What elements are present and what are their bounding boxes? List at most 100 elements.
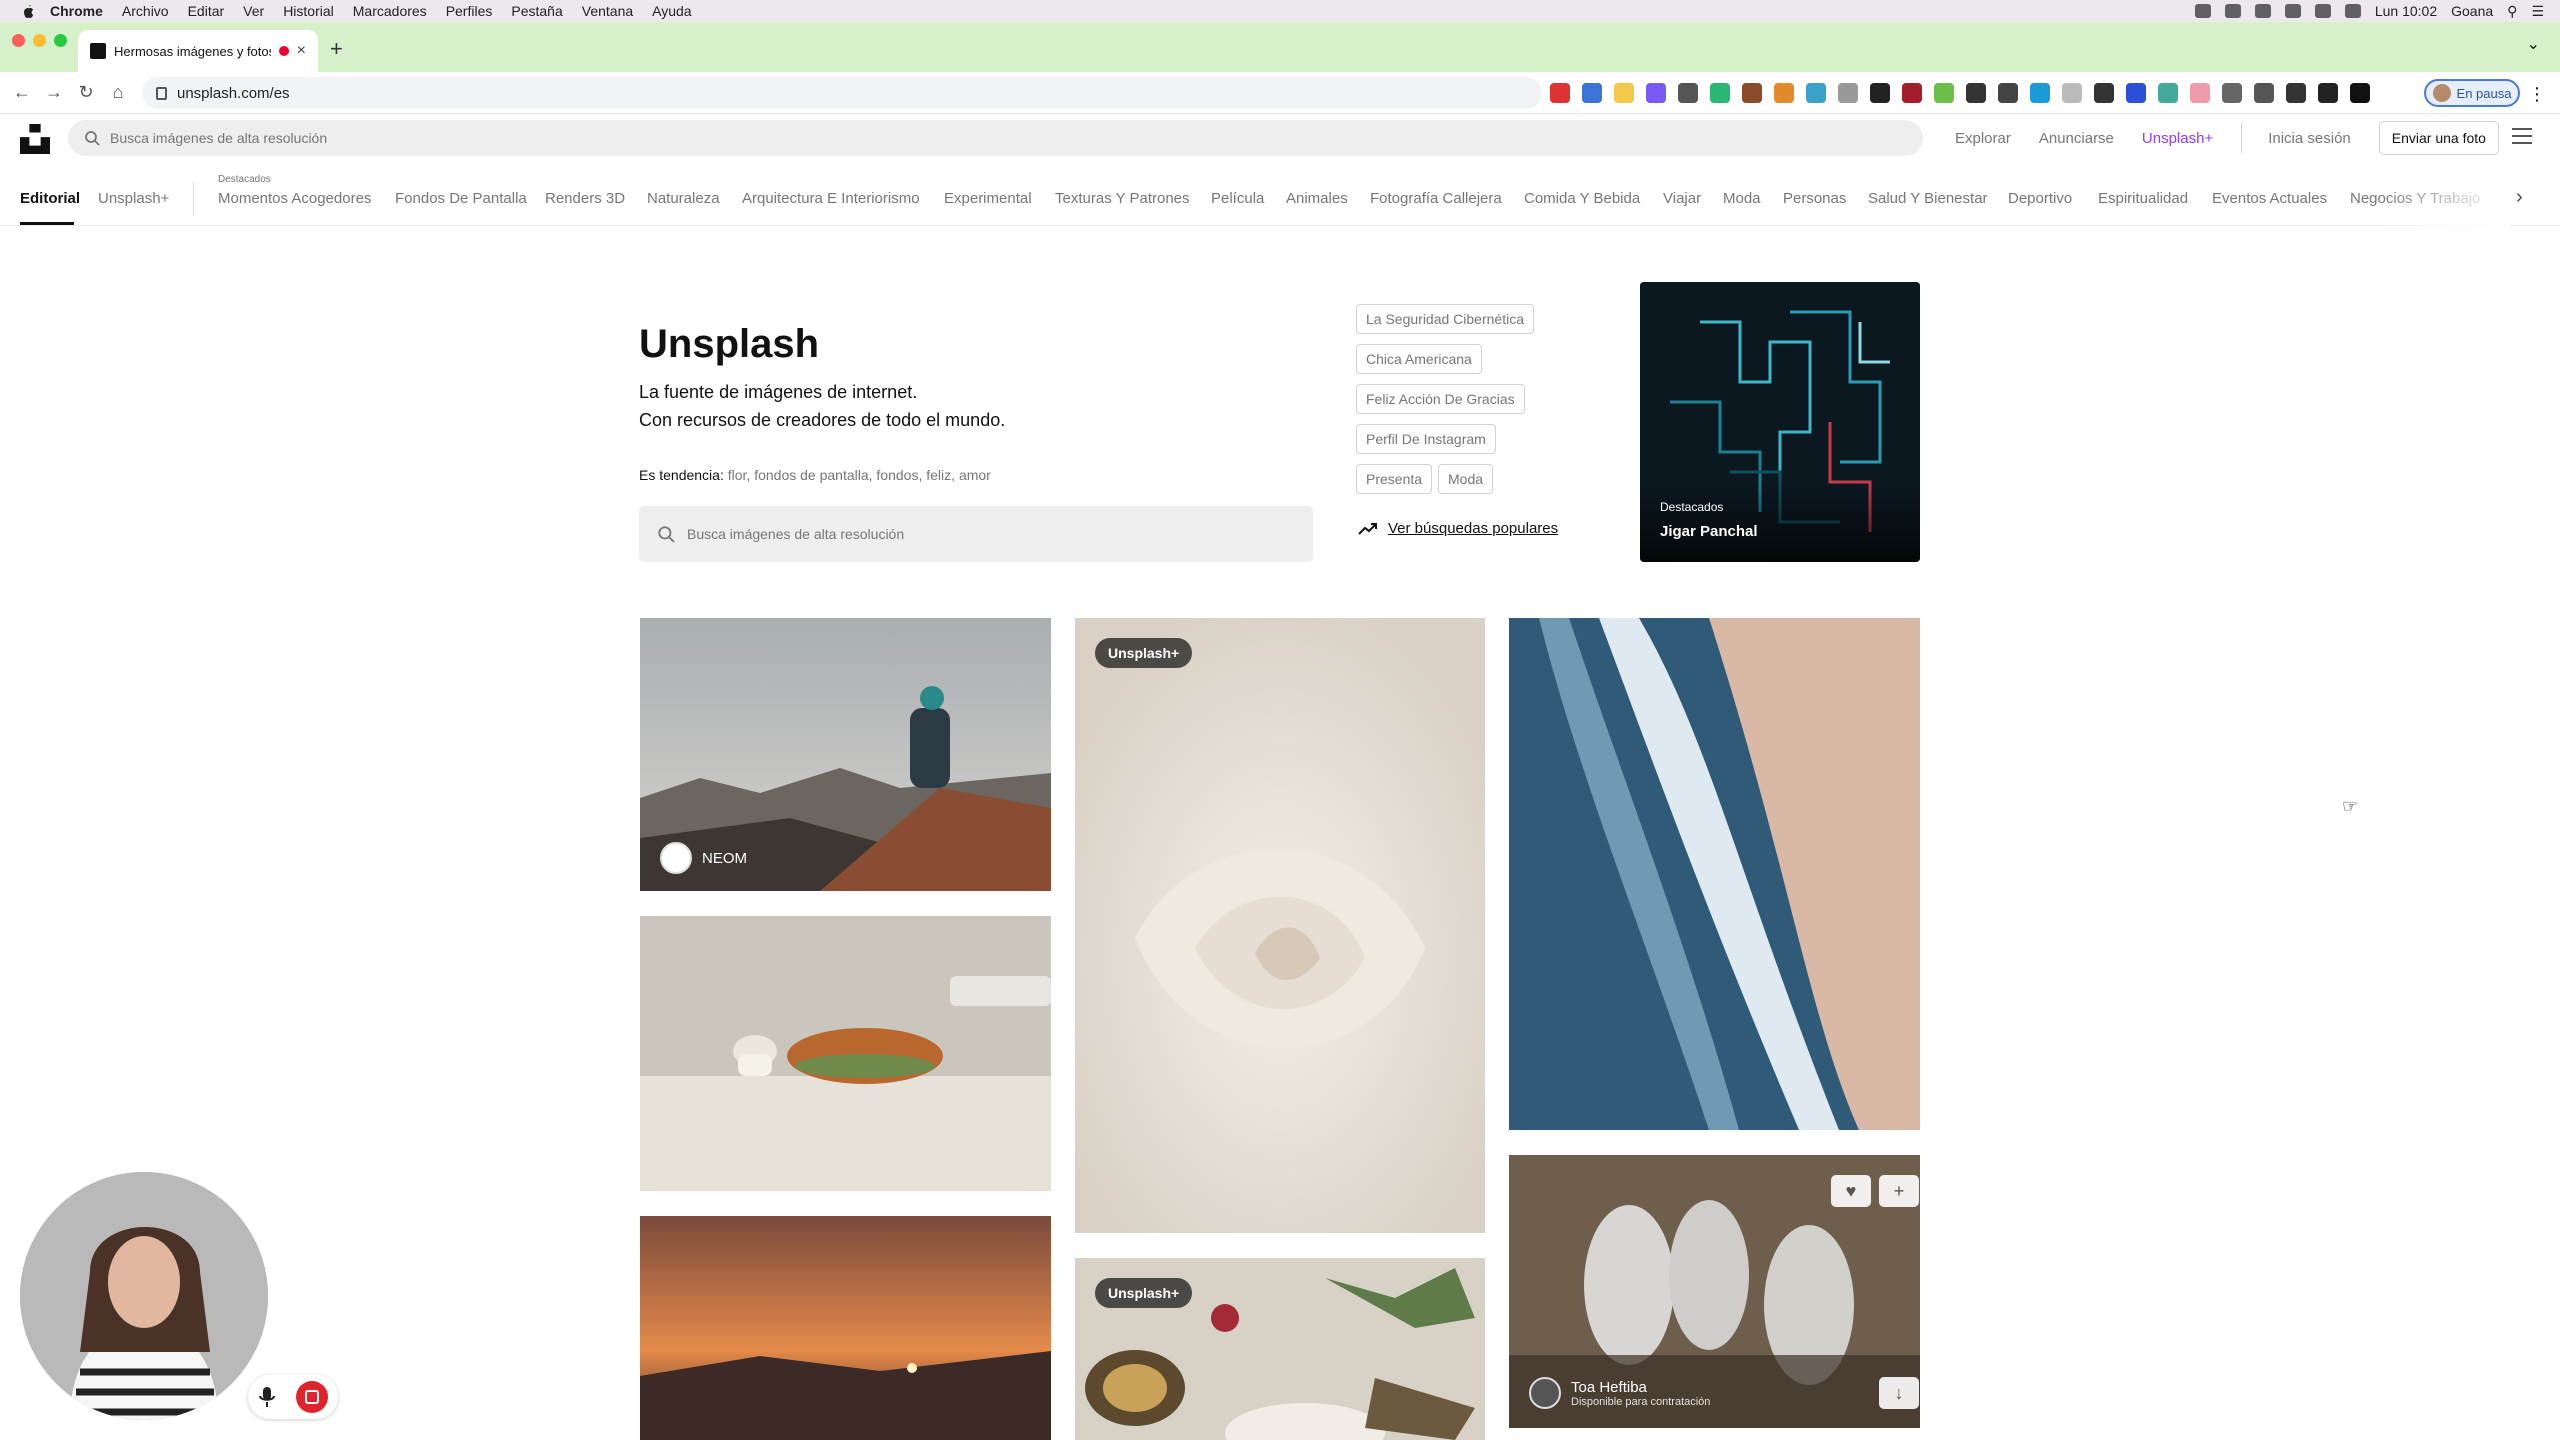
category-espiritualidad[interactable]: Espiritualidad — [2098, 190, 2188, 207]
nav-unsplash-plus[interactable]: Unsplash+ — [2142, 130, 2213, 147]
photo-author[interactable]: Toa Heftiba Disponible para contratación — [1529, 1377, 1710, 1409]
chip-presenta[interactable]: Presenta — [1356, 464, 1433, 494]
new-tab-button[interactable]: + — [330, 36, 343, 62]
menu-marcadores[interactable]: Marcadores — [353, 3, 427, 19]
extension-icon[interactable] — [1742, 83, 1762, 103]
menu-editar[interactable]: Editar — [188, 3, 225, 19]
spotlight-icon[interactable]: ⚲ — [2507, 3, 2517, 20]
category-renders[interactable]: Renders 3D — [545, 190, 625, 207]
menu-app-name[interactable]: Chrome — [50, 3, 103, 19]
extension-icon[interactable] — [1678, 83, 1698, 103]
extension-icon[interactable] — [1582, 83, 1602, 103]
address-bar[interactable]: unsplash.com/es — [142, 77, 1542, 109]
photo-card[interactable]: ♥ + Toa Heftiba Disponible para contrata… — [1509, 1155, 1920, 1428]
category-callejera[interactable]: Fotografía Callejera — [1370, 190, 1502, 207]
download-arrow-icon[interactable]: ↓ — [1879, 1377, 1919, 1409]
featured-card[interactable]: Destacados Jigar Panchal — [1640, 282, 1920, 562]
submit-photo-button[interactable]: Enviar una foto — [2378, 121, 2499, 155]
chip-accion-gracias[interactable]: Feliz Acción De Gracias — [1356, 384, 1525, 414]
user-name[interactable]: Goana — [2451, 3, 2493, 19]
control-center-icon[interactable]: ☰ — [2531, 3, 2544, 20]
extension-icon[interactable] — [2062, 83, 2082, 103]
screen-record-icon[interactable] — [2224, 4, 2241, 18]
nav-anunciarse[interactable]: Anunciarse — [2039, 130, 2114, 147]
battery-icon[interactable] — [2314, 4, 2331, 18]
photo-card[interactable]: Unsplash+ — [1075, 1258, 1485, 1440]
photo-card[interactable]: Unsplash+ — [1075, 618, 1485, 1233]
category-fondos[interactable]: Fondos De Pantalla — [395, 190, 527, 207]
extension-icon[interactable] — [2126, 83, 2146, 103]
close-tab-icon[interactable]: × — [297, 42, 306, 60]
menu-pestana[interactable]: Pestaña — [511, 3, 562, 19]
close-window-button[interactable] — [12, 34, 25, 47]
chip-perfil-instagram[interactable]: Perfil De Instagram — [1356, 424, 1496, 454]
extension-icon[interactable] — [1998, 83, 2018, 103]
extension-icon[interactable] — [1550, 83, 1570, 103]
photo-card[interactable] — [640, 1216, 1051, 1440]
category-naturaleza[interactable]: Naturaleza — [647, 190, 720, 207]
header-search-input[interactable]: Busca imágenes de alta resolución — [68, 120, 1923, 156]
menu-ayuda[interactable]: Ayuda — [652, 3, 691, 19]
photo-author[interactable]: NEOM — [660, 842, 747, 874]
extension-icon[interactable] — [1614, 83, 1634, 103]
category-unsplash-plus[interactable]: Unsplash+ — [98, 190, 169, 207]
nav-explorar[interactable]: Explorar — [1955, 130, 2011, 147]
extension-icon[interactable] — [2222, 83, 2242, 103]
category-experimental[interactable]: Experimental — [944, 190, 1032, 207]
menu-archivo[interactable]: Archivo — [122, 3, 169, 19]
extension-icon[interactable] — [1646, 83, 1666, 103]
mic-status-icon[interactable] — [2194, 4, 2211, 18]
zoom-window-button[interactable] — [54, 34, 67, 47]
extension-icon[interactable] — [2094, 83, 2114, 103]
extension-icon[interactable] — [1966, 83, 1986, 103]
profile-paused-button[interactable]: En pausa — [2424, 79, 2520, 107]
category-eventos[interactable]: Eventos Actuales — [2212, 190, 2327, 207]
browser-menu-icon[interactable]: ⋮ — [2528, 84, 2546, 105]
category-moda[interactable]: Moda — [1723, 190, 1761, 207]
clock[interactable]: Lun 10:02 — [2375, 3, 2437, 19]
back-arrow-icon[interactable]: ← — [6, 82, 38, 103]
extension-icon[interactable] — [2190, 83, 2210, 103]
category-salud[interactable]: Salud Y Bienestar — [1868, 190, 1988, 207]
extension-icon[interactable] — [1838, 83, 1858, 103]
like-heart-icon[interactable]: ♥ — [1831, 1175, 1871, 1207]
extension-icon[interactable] — [1902, 83, 1922, 103]
microphone-icon[interactable] — [258, 1386, 276, 1408]
minimize-window-button[interactable] — [33, 34, 46, 47]
extension-icon[interactable] — [1934, 83, 1954, 103]
menu-ventana[interactable]: Ventana — [582, 3, 633, 19]
category-editorial[interactable]: Editorial — [20, 190, 80, 207]
trending-link-fondos[interactable]: fondos — [876, 467, 918, 483]
vimeo-icon[interactable] — [2254, 4, 2271, 18]
extension-icon[interactable] — [2030, 83, 2050, 103]
unsplash-logo-icon[interactable] — [20, 124, 50, 154]
puzzle-icon[interactable] — [2286, 83, 2306, 103]
trending-link-flor[interactable]: flor — [728, 467, 747, 483]
menu-historial[interactable]: Historial — [283, 3, 334, 19]
chip-chica-americana[interactable]: Chica Americana — [1356, 344, 1482, 374]
category-personas[interactable]: Personas — [1783, 190, 1846, 207]
tab-search-icon[interactable]: ⌄ — [2527, 34, 2540, 54]
category-momentos[interactable]: Momentos Acogedores — [218, 190, 371, 207]
trending-link-fondos-pantalla[interactable]: fondos de pantalla — [754, 467, 868, 483]
add-collection-icon[interactable]: + — [1879, 1175, 1919, 1207]
apple-icon[interactable] — [20, 3, 36, 19]
category-pelicula[interactable]: Película — [1211, 190, 1264, 207]
chip-moda[interactable]: Moda — [1438, 464, 1494, 494]
category-animales[interactable]: Animales — [1286, 190, 1348, 207]
category-viajar[interactable]: Viajar — [1663, 190, 1701, 207]
photo-card[interactable] — [640, 916, 1051, 1191]
featured-author[interactable]: Jigar Panchal — [1660, 523, 1758, 540]
category-texturas[interactable]: Texturas Y Patrones — [1055, 190, 1190, 207]
hero-search-input[interactable]: Busca imágenes de alta resolución — [639, 506, 1313, 562]
hamburger-menu-icon[interactable] — [2512, 128, 2532, 149]
stop-recording-button[interactable] — [296, 1381, 328, 1413]
photo-card[interactable] — [1509, 618, 1920, 1130]
wifi-icon[interactable] — [2344, 4, 2361, 18]
chip-seguridad[interactable]: La Seguridad Cibernética — [1356, 304, 1534, 334]
trending-link-feliz[interactable]: feliz — [926, 467, 951, 483]
menu-perfiles[interactable]: Perfiles — [446, 3, 493, 19]
home-icon[interactable]: ⌂ — [102, 82, 134, 103]
menu-ver[interactable]: Ver — [243, 3, 264, 19]
extension-icon[interactable] — [1806, 83, 1826, 103]
